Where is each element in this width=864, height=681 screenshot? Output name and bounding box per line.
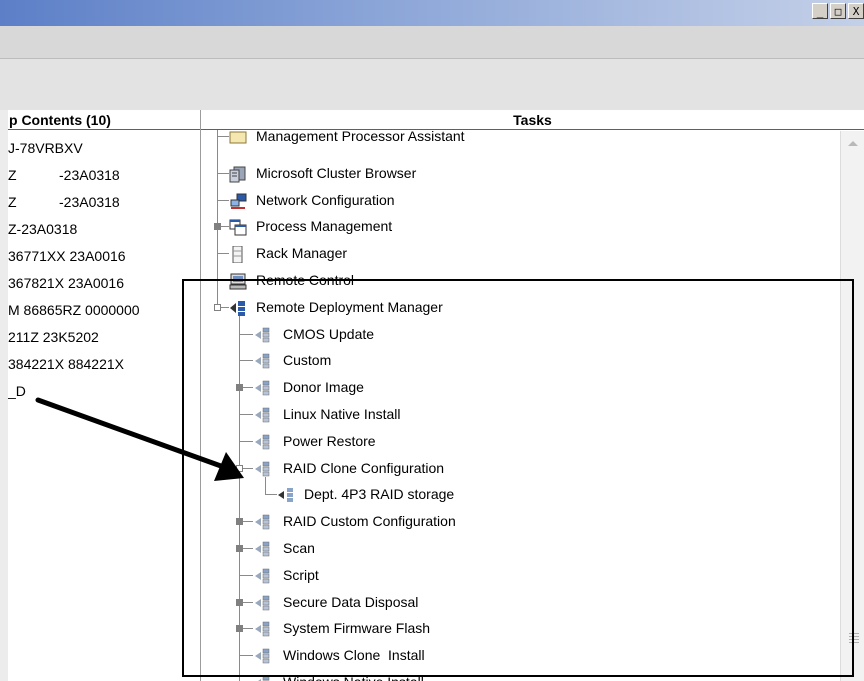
tree-item[interactable]: Process Management — [201, 213, 841, 239]
annotation-highlight-box — [182, 279, 854, 677]
list-item-name: _D — [8, 383, 26, 399]
list-item[interactable]: M 86865RZ 0000000 — [8, 297, 200, 324]
tree-item-label: Process Management — [256, 218, 393, 235]
list-item-name: 211Z 23K5202 — [8, 329, 99, 345]
close-button[interactable]: X — [848, 3, 864, 19]
list-item-serial: -23A0318 — [59, 167, 120, 183]
toolbar — [0, 59, 864, 111]
maximize-button[interactable]: □ — [830, 3, 846, 19]
network-icon — [229, 192, 247, 209]
list-item-name: Z — [8, 167, 17, 183]
list-item[interactable]: J-78VRBXV — [8, 135, 200, 162]
tree-item[interactable]: Network Configuration — [201, 187, 841, 213]
list-item[interactable]: 36771XX 23A0016 — [8, 243, 200, 270]
menu-bar — [0, 26, 864, 59]
list-item[interactable]: Z-23A0318 — [8, 216, 200, 243]
group-contents-header[interactable]: p Contents (10) — [8, 110, 200, 130]
tree-item[interactable]: Microsoft Cluster Browser — [201, 160, 841, 186]
group-contents-pane: p Contents (10) J-78VRBXV Z -23A0318 Z -23… — [8, 110, 200, 681]
list-item-name: 384221X 884221X — [8, 356, 124, 372]
list-item-name: 367821X 23A0016 — [8, 275, 124, 291]
minimize-button[interactable]: _ — [812, 3, 828, 19]
window-controls: _ □ X — [812, 3, 864, 19]
group-contents-list: J-78VRBXV Z -23A0318 Z -23A0318 Z-23A0318 … — [8, 135, 200, 405]
rack-icon — [229, 245, 247, 264]
windows-icon — [229, 218, 247, 236]
tree-item-label: Rack Manager — [256, 245, 348, 262]
list-item[interactable]: 367821X 23A0016 — [8, 270, 200, 297]
list-item[interactable]: Z -23A0318 — [8, 162, 200, 189]
tree-item-label: Network Configuration — [256, 191, 395, 208]
tree-item[interactable]: Rack Manager — [201, 240, 841, 266]
list-item[interactable]: _D — [8, 378, 200, 405]
tasks-header[interactable]: Tasks — [201, 110, 864, 130]
list-item[interactable]: 211Z 23K5202 — [8, 324, 200, 351]
scroll-up-icon[interactable] — [848, 141, 858, 146]
list-item-name: 36771XX 23A0016 — [8, 248, 126, 264]
window-frame — [0, 110, 8, 681]
title-bar: _ □ X — [0, 0, 864, 26]
list-item[interactable]: 384221X 884221X — [8, 351, 200, 378]
list-item-name: Z — [8, 194, 17, 210]
list-item-name: M 86865RZ 0000000 — [8, 302, 140, 318]
list-item-serial: -23A0318 — [59, 194, 120, 210]
list-item-name: J-78VRBXV — [8, 140, 83, 156]
list-item-name: Z-23A0318 — [8, 221, 78, 237]
tree-item-label: Microsoft Cluster Browser — [256, 164, 417, 181]
list-item[interactable]: Z -23A0318 — [8, 189, 200, 216]
folder-icon — [229, 128, 247, 145]
cluster-icon — [229, 165, 247, 183]
